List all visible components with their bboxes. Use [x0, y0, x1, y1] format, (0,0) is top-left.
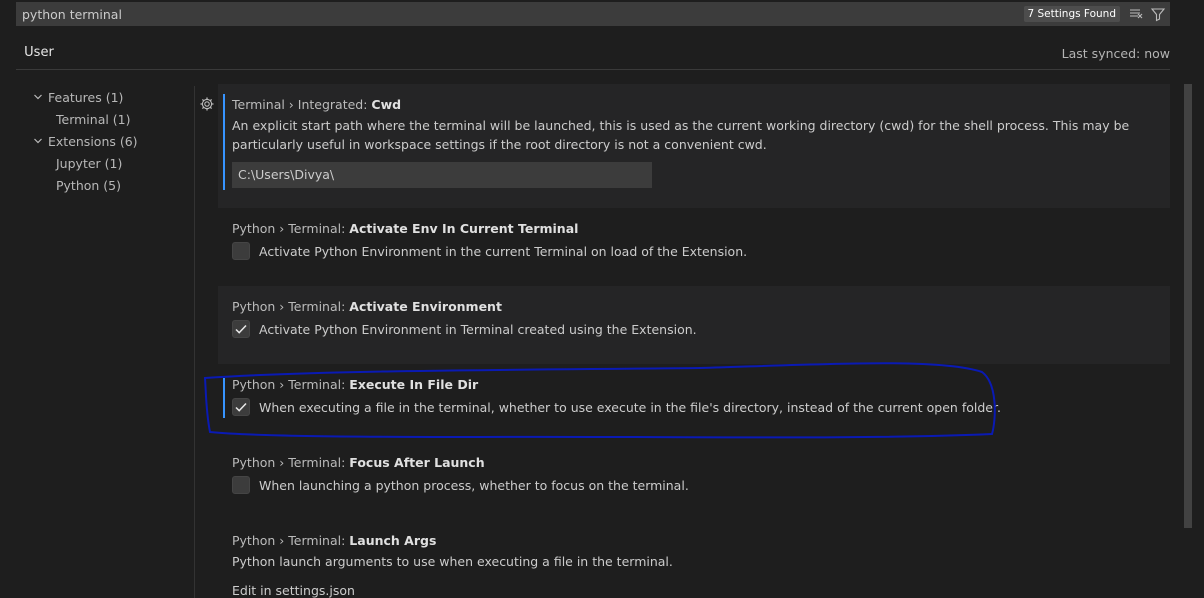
execute-in-file-dir-checkbox[interactable]	[232, 398, 250, 416]
setting-description: Python launch arguments to use when exec…	[232, 554, 673, 569]
focus-after-launch-checkbox[interactable]	[232, 476, 250, 494]
tab-user[interactable]: User	[18, 38, 60, 70]
gear-icon[interactable]	[199, 96, 215, 112]
activate-env-current-terminal-checkbox[interactable]	[232, 242, 250, 260]
setting-title: Python › Terminal: Focus After Launch	[232, 455, 485, 470]
toc-item-terminal[interactable]: Terminal (1)	[28, 108, 138, 130]
setting-description: Activate Python Environment in Terminal …	[259, 321, 697, 337]
toc-item-jupyter[interactable]: Jupyter (1)	[28, 152, 138, 174]
edit-in-settings-json-link[interactable]: Edit in settings.json	[232, 583, 1170, 598]
setting-execute-in-file-dir: Python › Terminal: Execute In File Dir W…	[218, 374, 1170, 432]
setting-description: An explicit start path where the termina…	[232, 118, 1130, 152]
chevron-down-icon	[28, 91, 48, 103]
toc-item-label: Jupyter (1)	[56, 155, 123, 171]
focus-indicator	[223, 94, 225, 190]
toc-item-python[interactable]: Python (5)	[28, 174, 138, 196]
scrollbar[interactable]	[1184, 84, 1192, 528]
setting-description: Activate Python Environment in the curre…	[259, 243, 748, 259]
setting-title: Python › Terminal: Execute In File Dir	[232, 377, 479, 392]
setting-title: Terminal › Integrated: Cwd	[232, 97, 402, 112]
last-synced-status: Last synced: now	[1061, 46, 1170, 61]
toc-item-label: Python (5)	[56, 177, 122, 193]
header-divider	[16, 69, 1170, 70]
focus-indicator	[223, 378, 225, 418]
toc-item-extensions[interactable]: Extensions (6)	[28, 130, 138, 152]
setting-activate-environment: Python › Terminal: Activate Environment …	[218, 286, 1170, 364]
checkmark-icon	[235, 402, 247, 412]
setting-focus-after-launch: Python › Terminal: Focus After Launch Wh…	[218, 452, 1170, 510]
setting-description: When executing a file in the terminal, w…	[259, 399, 1001, 415]
setting-launch-args: Python › Terminal: Launch Args Python la…	[218, 530, 1170, 598]
toc-divider	[194, 86, 195, 598]
setting-activate-env-current-terminal: Python › Terminal: Activate Env In Curre…	[218, 218, 1170, 276]
clear-filter-icon[interactable]	[1126, 4, 1146, 24]
setting-title: Python › Terminal: Launch Args	[232, 533, 437, 548]
checkmark-icon	[235, 324, 247, 334]
settings-search-bar[interactable]: 7 Settings Found	[16, 2, 1170, 26]
toc-item-label: Features (1)	[48, 89, 124, 105]
activate-environment-checkbox[interactable]	[232, 320, 250, 338]
setting-terminal-cwd: Terminal › Integrated: Cwd An explicit s…	[218, 84, 1170, 208]
cwd-input[interactable]: C:\Users\Divya\	[232, 162, 652, 188]
settings-search-input[interactable]	[16, 2, 1024, 26]
result-count-badge: 7 Settings Found	[1023, 6, 1120, 22]
setting-title: Python › Terminal: Activate Environment	[232, 299, 502, 314]
toc-item-label: Terminal (1)	[56, 111, 131, 127]
chevron-down-icon	[28, 135, 48, 147]
filter-icon[interactable]	[1148, 4, 1168, 24]
setting-description: When launching a python process, whether…	[259, 477, 689, 493]
toc-item-label: Extensions (6)	[48, 133, 138, 149]
setting-title: Python › Terminal: Activate Env In Curre…	[232, 221, 579, 236]
settings-toc: Features (1) Terminal (1) Extensions (6)…	[28, 86, 138, 196]
toc-item-features[interactable]: Features (1)	[28, 86, 138, 108]
